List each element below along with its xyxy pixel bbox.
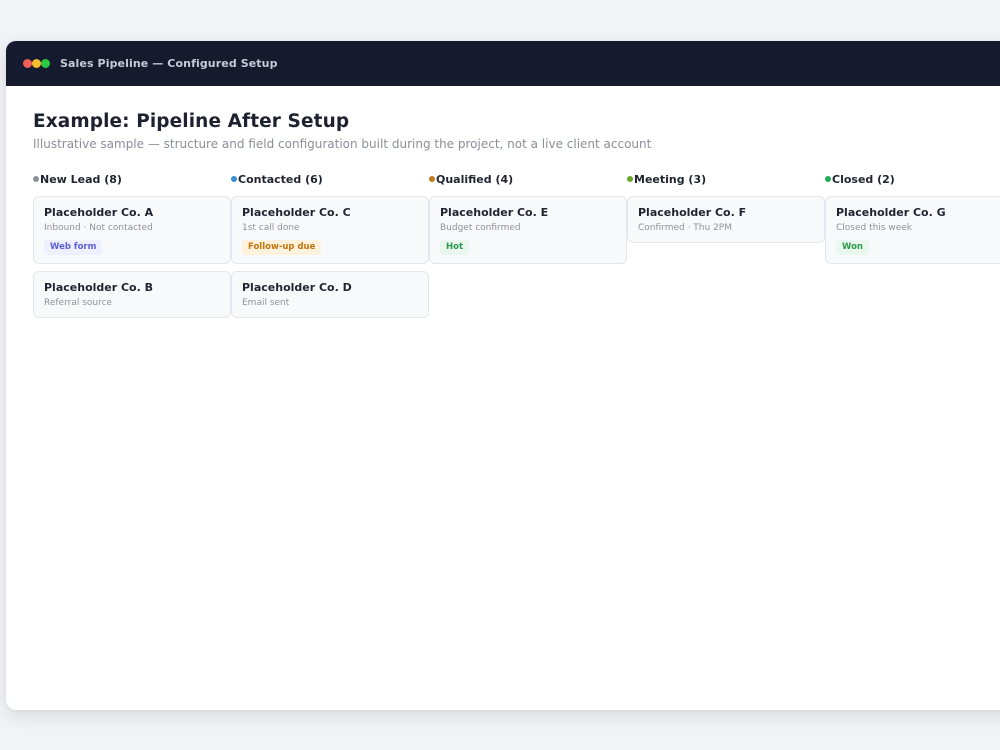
deal-company-name: Placeholder Co. G xyxy=(836,206,946,219)
deal-card[interactable]: Placeholder Co. C 1st call done Follow-up … xyxy=(231,196,429,264)
card-list: Placeholder Co. F Confirmed · Thu 2PM xyxy=(627,196,825,243)
deal-company-name: Placeholder Co. C xyxy=(242,206,351,219)
pipeline-column: Meeting (3) Placeholder Co. F Confirmed · … xyxy=(627,171,825,250)
close-window-icon[interactable] xyxy=(23,59,32,68)
window-title: Sales Pipeline — Configured Setup xyxy=(60,57,278,70)
maximize-window-icon[interactable] xyxy=(41,59,50,68)
page-title: Example: Pipeline After Setup xyxy=(33,111,350,132)
deal-tag-badge: Hot xyxy=(440,240,470,255)
deal-card[interactable]: Placeholder Co. E Budget confirmed Hot xyxy=(429,196,627,264)
column-header: Meeting (3) xyxy=(627,171,825,187)
column-title: Contacted (6) xyxy=(238,172,323,186)
column-header: New Lead (8) xyxy=(33,171,231,187)
deal-status-text: Budget confirmed xyxy=(440,223,521,233)
column-header: Qualified (4) xyxy=(429,171,627,187)
deal-card[interactable]: Placeholder Co. A Inbound · Not contacted… xyxy=(33,196,231,264)
deal-card[interactable]: Placeholder Co. F Confirmed · Thu 2PM xyxy=(627,196,825,243)
column-title: Qualified (4) xyxy=(436,172,514,186)
deal-status-text: Inbound · Not contacted xyxy=(44,223,153,233)
card-list: Placeholder Co. G Closed this week Won xyxy=(825,196,1000,264)
stage-status-dot-icon xyxy=(33,176,39,182)
card-list: Placeholder Co. A Inbound · Not contacted… xyxy=(33,196,231,318)
deal-company-name: Placeholder Co. B xyxy=(44,281,154,294)
column-title: Closed (2) xyxy=(832,172,895,186)
stage-status-dot-icon xyxy=(825,176,831,182)
pipeline-board: New Lead (8) Placeholder Co. A Inbound · N… xyxy=(33,171,1000,371)
deal-status-text: Referral source xyxy=(44,298,113,308)
deal-card[interactable]: Placeholder Co. B Referral source xyxy=(33,271,231,318)
title-bar: Sales Pipeline — Configured Setup xyxy=(6,41,1000,86)
column-header: Contacted (6) xyxy=(231,171,429,187)
deal-tag-badge: Web form xyxy=(44,240,103,255)
pipeline-column: Closed (2) Placeholder Co. G Closed this w… xyxy=(825,171,1000,271)
deal-status-text: Confirmed · Thu 2PM xyxy=(638,223,732,233)
deal-tag-badge: Follow-up due xyxy=(242,240,322,255)
deal-status-text: Closed this week xyxy=(836,223,913,233)
deal-tag-badge: Won xyxy=(836,240,869,255)
deal-company-name: Placeholder Co. F xyxy=(638,206,747,219)
card-list: Placeholder Co. C 1st call done Follow-up … xyxy=(231,196,429,318)
deal-status-text: 1st call done xyxy=(242,223,300,233)
column-header: Closed (2) xyxy=(825,171,1000,187)
pipeline-column: Contacted (6) Placeholder Co. C 1st call d… xyxy=(231,171,429,325)
deal-card[interactable]: Placeholder Co. D Email sent xyxy=(231,271,429,318)
pipeline-column: New Lead (8) Placeholder Co. A Inbound · N… xyxy=(33,171,231,325)
app-window: Sales Pipeline — Configured Setup Exampl… xyxy=(6,41,1000,710)
column-title: New Lead (8) xyxy=(40,172,122,186)
stage-status-dot-icon xyxy=(627,176,633,182)
minimize-window-icon[interactable] xyxy=(32,59,41,68)
deal-company-name: Placeholder Co. E xyxy=(440,206,549,219)
deal-card[interactable]: Placeholder Co. G Closed this week Won xyxy=(825,196,1000,264)
stage-status-dot-icon xyxy=(429,176,435,182)
window-controls xyxy=(23,59,50,68)
page-subtitle: Illustrative sample — structure and fiel… xyxy=(33,137,652,151)
pipeline-column: Qualified (4) Placeholder Co. E Budget con… xyxy=(429,171,627,271)
main-content: Example: Pipeline After Setup Illustrati… xyxy=(6,86,1000,395)
stage-status-dot-icon xyxy=(231,176,237,182)
deal-company-name: Placeholder Co. D xyxy=(242,281,352,294)
card-list: Placeholder Co. E Budget confirmed Hot xyxy=(429,196,627,264)
deal-status-text: Email sent xyxy=(242,298,290,308)
deal-company-name: Placeholder Co. A xyxy=(44,206,154,219)
column-title: Meeting (3) xyxy=(634,172,707,186)
